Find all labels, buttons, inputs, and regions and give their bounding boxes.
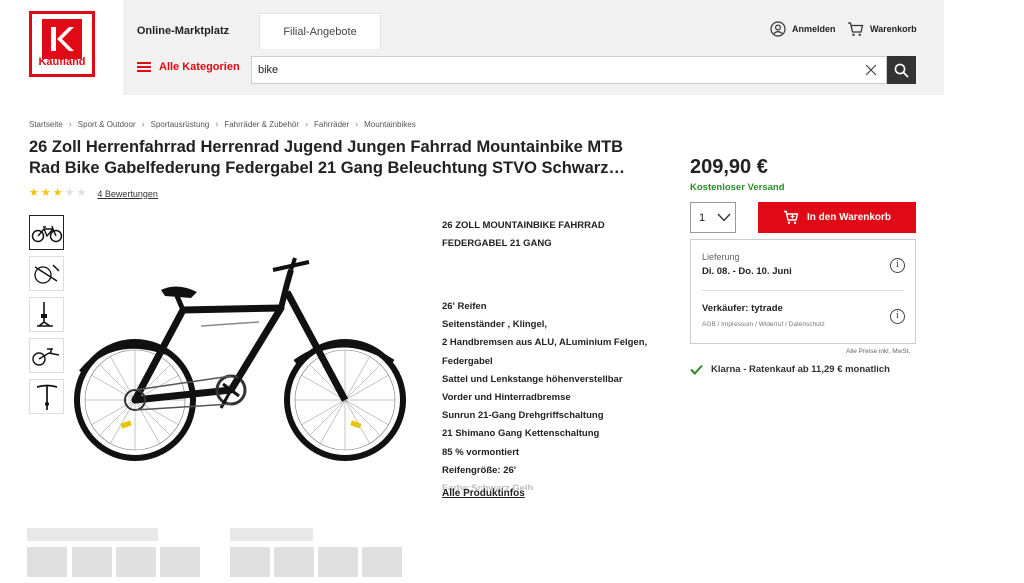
breadcrumb-item[interactable]: Mountainbikes	[364, 120, 416, 129]
star-icon: ★	[29, 187, 39, 199]
menu-icon	[137, 60, 151, 74]
cart-label: Warenkorb	[870, 24, 917, 34]
vat-note: Alle Preise inkl. MwSt.	[846, 348, 911, 355]
cart-icon	[848, 22, 864, 36]
feature-item: Seitenständer , Klingel,	[442, 319, 548, 331]
bike-thumbnail-image	[33, 263, 60, 284]
tab-online-marktplatz[interactable]: Online-Marktplatz	[123, 13, 243, 49]
thumbnail[interactable]	[29, 379, 64, 414]
search-button[interactable]	[887, 56, 916, 84]
divider	[702, 290, 904, 291]
feature-list: 26' Reifen Seitenständer , Klingel, 2 Ha…	[442, 298, 682, 490]
feature-item: Sattel und Lenkstange höhenverstellbar	[442, 373, 623, 385]
feature-item: Vorder und Hinterradbremse	[442, 392, 571, 404]
breadcrumb: Startseite › Sport & Outdoor › Sportausrüs…	[29, 119, 416, 129]
user-icon	[770, 21, 786, 37]
star-icon: ★	[64, 187, 75, 199]
product-price: 209,90 €	[690, 156, 768, 178]
feature-item: 26' Reifen	[442, 301, 487, 312]
star-icon: ★	[40, 187, 51, 199]
all-categories-button[interactable]: Alle Kategorien	[137, 60, 240, 74]
klarna-label: Klarna - Ratenkauf ab 11,29 € monatlich	[711, 364, 890, 375]
bike-thumbnail-image	[36, 384, 57, 410]
login-link[interactable]: Anmelden	[770, 21, 836, 37]
delivery-info-icon[interactable]: i	[890, 258, 905, 273]
kaufland-logo-text: Kaufland	[38, 56, 86, 68]
kaufland-logo-mark	[42, 19, 82, 59]
quantity-select[interactable]: 1	[690, 202, 736, 233]
thumbnail-list	[29, 215, 64, 420]
breadcrumb-item[interactable]: Fahrräder	[314, 120, 349, 129]
delivery-seller-box: Lieferung Di. 08. - Do. 10. Juni i Verkä…	[690, 239, 916, 344]
tab-filial-angebote[interactable]: Filial-Angebote	[259, 13, 381, 49]
loading-placeholder	[160, 547, 200, 577]
loading-placeholder	[116, 547, 156, 577]
breadcrumb-item[interactable]: Fahrräder & Zubehör	[224, 120, 299, 129]
klarna-installment: Klarna - Ratenkauf ab 11,29 € monatlich	[690, 364, 890, 375]
seller-name[interactable]: Verkäufer: tytrade	[702, 303, 904, 314]
bike-thumbnail-image	[31, 225, 62, 242]
thumbnail[interactable]	[29, 338, 64, 373]
reviews-link[interactable]: 4 Bewertungen	[97, 189, 158, 199]
feature-item: Reifengröße: 26'	[442, 464, 517, 476]
quantity-value: 1	[699, 211, 706, 224]
seller-info-icon[interactable]: i	[890, 309, 905, 324]
feature-item: Federgabel	[442, 355, 493, 367]
site-header: Kaufland Online-Marktplatz Filial-Angebo…	[0, 0, 944, 95]
loading-placeholder	[27, 528, 158, 541]
mountain-bike-image	[74, 257, 406, 461]
chevron-right-icon: ›	[68, 119, 72, 129]
search-box	[251, 56, 887, 84]
product-image[interactable]	[73, 244, 413, 470]
free-shipping-label: Kostenloser Versand	[690, 182, 785, 193]
clear-search-icon[interactable]	[864, 63, 878, 77]
all-categories-label: Alle Kategorien	[159, 61, 240, 73]
chevron-right-icon: ›	[355, 119, 359, 129]
login-label: Anmelden	[792, 24, 836, 34]
product-title: 26 Zoll Herrenfahrrad Herrenrad Jugend J…	[29, 138, 625, 177]
breadcrumb-item[interactable]: Sportausrüstung	[151, 120, 210, 129]
star-icon: ★	[76, 187, 87, 199]
feature-item: 2 Handbremsen aus ALU, ALuminium Felgen,	[442, 337, 648, 349]
feature-item: 21 Shimano Gang Kettenschaltung	[442, 428, 600, 440]
chevron-right-icon: ›	[215, 119, 219, 129]
feature-item: Sunrun 21-Gang Drehgriffschaltung	[442, 410, 604, 422]
star-icon: ★	[52, 187, 63, 199]
search-input[interactable]	[258, 57, 848, 83]
chevron-right-icon: ›	[305, 119, 309, 129]
bike-thumbnail-image	[31, 347, 59, 366]
seller-legal-links[interactable]: AGB / Impressum / Widerruf / Datenschutz	[702, 321, 904, 328]
loading-placeholder	[230, 528, 313, 541]
bike-thumbnail-image	[36, 301, 53, 327]
kaufland-logo[interactable]: Kaufland	[29, 11, 95, 77]
delivery-label: Lieferung	[702, 252, 740, 262]
search-icon	[894, 63, 909, 78]
loading-placeholder	[230, 547, 270, 577]
description-heading: 26 ZOLL MOUNTAINBIKE FAHRRAD	[442, 220, 605, 231]
checkmark-icon	[690, 364, 703, 375]
loading-placeholder	[362, 547, 402, 577]
cart-icon	[783, 210, 799, 224]
breadcrumb-item[interactable]: Sport & Outdoor	[78, 120, 136, 129]
loading-placeholder	[72, 547, 112, 577]
product-rating[interactable]: ★ ★ ★ ★ ★ 4 Bewertungen	[29, 188, 158, 199]
add-to-cart-button[interactable]: In den Warenkorb	[758, 202, 916, 233]
chevron-down-icon	[717, 213, 731, 222]
feature-item: 85 % vormontiert	[442, 446, 520, 458]
loading-placeholder	[274, 547, 314, 577]
thumbnail[interactable]	[29, 215, 64, 250]
product-description: 26 ZOLL MOUNTAINBIKE FAHRRAD FEDERGABEL …	[442, 217, 682, 490]
cart-link[interactable]: Warenkorb	[847, 21, 917, 37]
all-product-info-link[interactable]: Alle Produktinfos	[442, 488, 525, 499]
thumbnail[interactable]	[29, 297, 64, 332]
loading-placeholder	[27, 547, 67, 577]
breadcrumb-item[interactable]: Startseite	[29, 120, 63, 129]
delivery-date: Di. 08. - Do. 10. Juni	[702, 266, 792, 277]
loading-placeholder	[318, 547, 358, 577]
chevron-right-icon: ›	[141, 119, 145, 129]
description-heading: FEDERGABEL 21 GANG	[442, 238, 552, 249]
add-to-cart-label: In den Warenkorb	[806, 212, 892, 223]
thumbnail[interactable]	[29, 256, 64, 291]
